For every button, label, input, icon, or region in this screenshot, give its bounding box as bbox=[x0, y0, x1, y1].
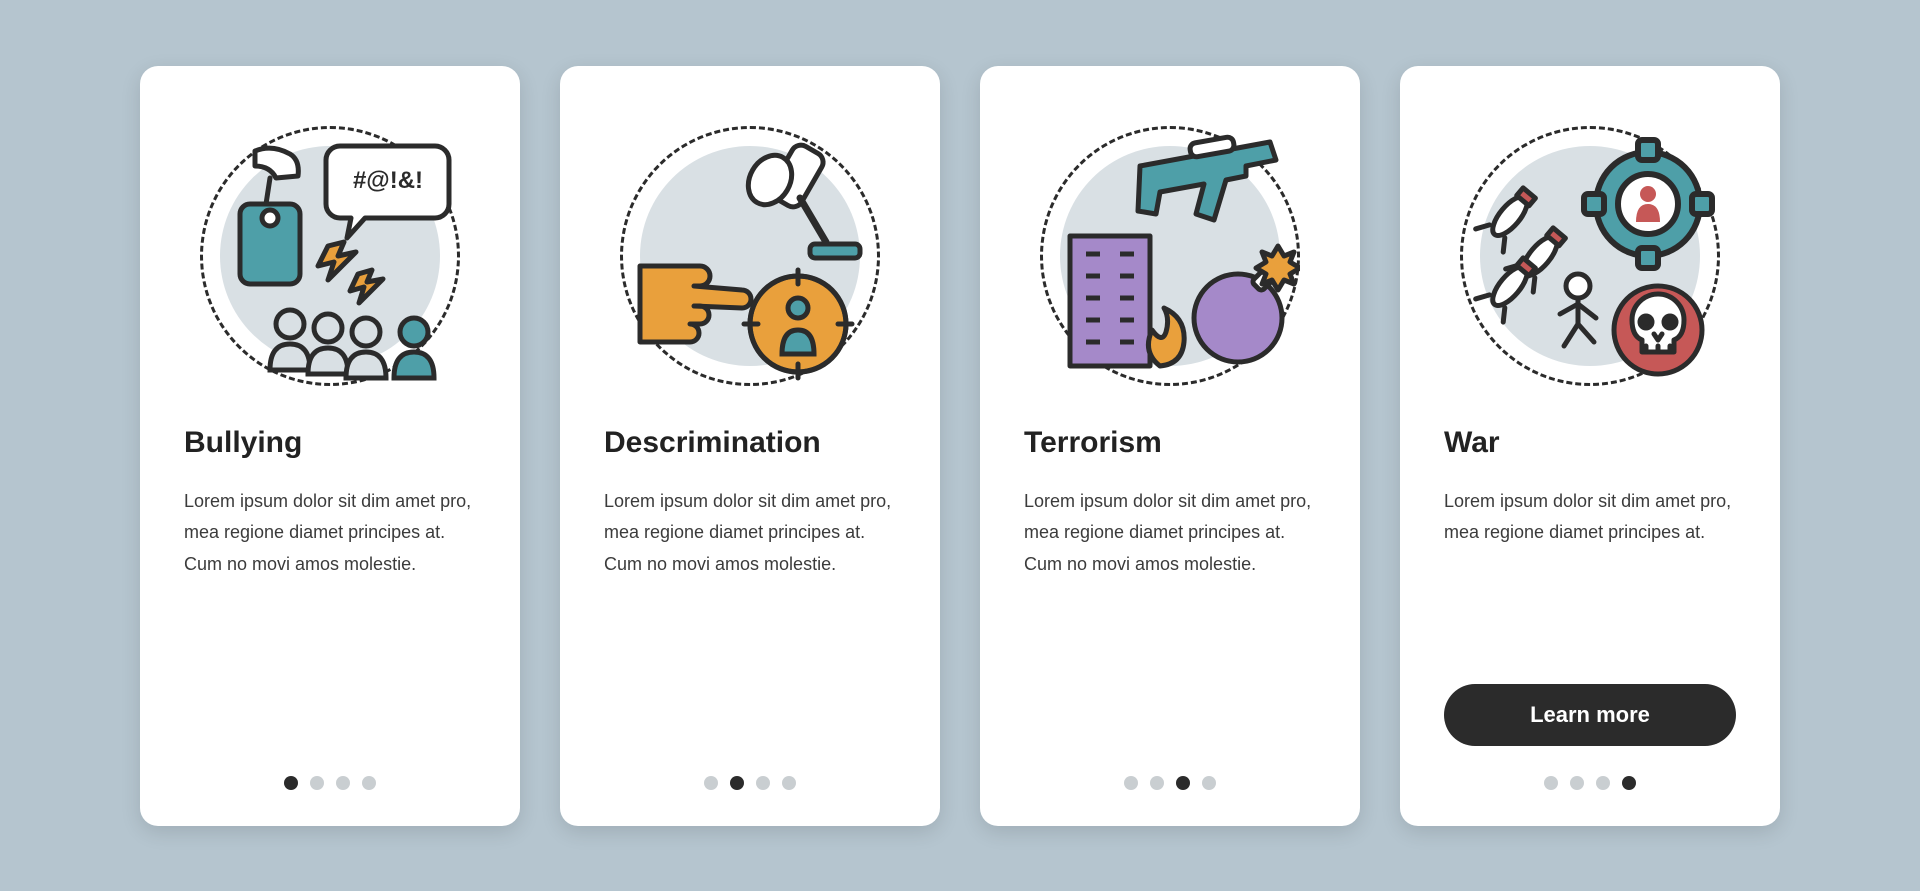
dot-3[interactable] bbox=[756, 776, 770, 790]
onboarding-card-discrimination: Descrimination Lorem ipsum dolor sit dim… bbox=[560, 66, 940, 826]
card-title: Bullying bbox=[184, 426, 302, 460]
pagination-dots bbox=[1544, 776, 1636, 790]
pagination-dots bbox=[1124, 776, 1216, 790]
dot-4[interactable] bbox=[1622, 776, 1636, 790]
dot-3[interactable] bbox=[1176, 776, 1190, 790]
discrimination-icon bbox=[620, 126, 880, 386]
card-body: Lorem ipsum dolor sit dim amet pro, mea … bbox=[1444, 486, 1736, 684]
onboarding-card-war: War Lorem ipsum dolor sit dim amet pro, … bbox=[1400, 66, 1780, 826]
dot-2[interactable] bbox=[1150, 776, 1164, 790]
pagination-dots bbox=[284, 776, 376, 790]
dot-4[interactable] bbox=[1202, 776, 1216, 790]
dot-2[interactable] bbox=[1570, 776, 1584, 790]
card-body: Lorem ipsum dolor sit dim amet pro, mea … bbox=[604, 486, 896, 776]
illustration-bullying: #@!&! bbox=[190, 116, 470, 396]
dot-1[interactable] bbox=[1544, 776, 1558, 790]
learn-more-button[interactable]: Learn more bbox=[1444, 684, 1736, 746]
dot-2[interactable] bbox=[310, 776, 324, 790]
dot-1[interactable] bbox=[704, 776, 718, 790]
card-title: Terrorism bbox=[1024, 426, 1162, 460]
card-body: Lorem ipsum dolor sit dim amet pro, mea … bbox=[184, 486, 476, 776]
pagination-dots bbox=[704, 776, 796, 790]
bullying-icon: #@!&! bbox=[200, 126, 460, 386]
illustration-discrimination bbox=[610, 116, 890, 396]
dot-1[interactable] bbox=[284, 776, 298, 790]
dot-3[interactable] bbox=[336, 776, 350, 790]
card-title: War bbox=[1444, 426, 1500, 460]
dot-4[interactable] bbox=[362, 776, 376, 790]
dot-3[interactable] bbox=[1596, 776, 1610, 790]
dot-1[interactable] bbox=[1124, 776, 1138, 790]
card-title: Descrimination bbox=[604, 426, 821, 460]
speech-text: #@!&! bbox=[353, 167, 423, 194]
illustration-war bbox=[1450, 116, 1730, 396]
card-body: Lorem ipsum dolor sit dim amet pro, mea … bbox=[1024, 486, 1316, 776]
illustration-terrorism bbox=[1030, 116, 1310, 396]
onboarding-card-bullying: #@!&! Bullying Lorem ipsum dolor sit dim… bbox=[140, 66, 520, 826]
onboarding-card-terrorism: Terrorism Lorem ipsum dolor sit dim amet… bbox=[980, 66, 1360, 826]
dot-4[interactable] bbox=[782, 776, 796, 790]
terrorism-icon bbox=[1040, 126, 1300, 386]
dot-2[interactable] bbox=[730, 776, 744, 790]
war-icon bbox=[1460, 126, 1720, 386]
